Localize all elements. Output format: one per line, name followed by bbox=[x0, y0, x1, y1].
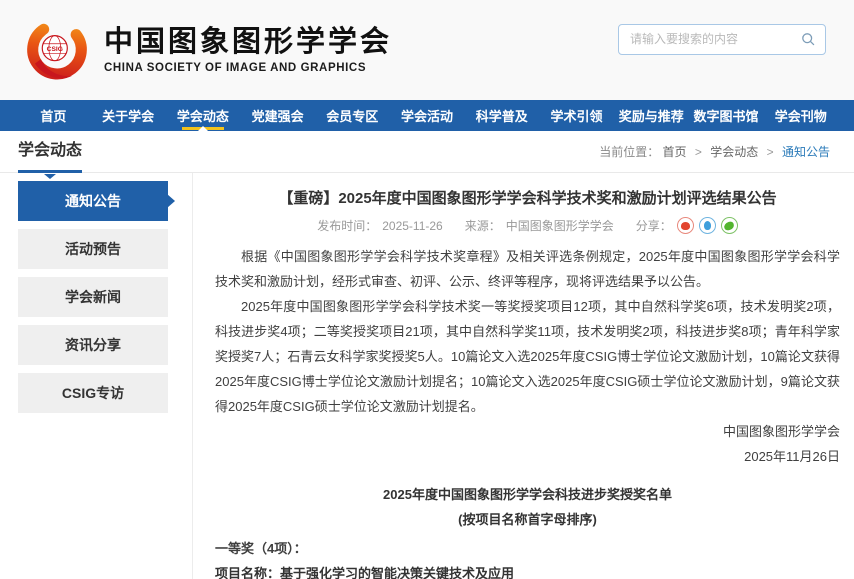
sidebar-item-society-news[interactable]: 学会新闻 bbox=[18, 277, 168, 317]
sidebar: 通知公告 活动预告 学会新闻 资讯分享 CSIG专访 bbox=[18, 181, 168, 579]
logo-badge: CSIG bbox=[47, 46, 63, 53]
site-logo[interactable]: CSIG 中国图象图形学学会 CHINA SOCIETY OF IMAGE AN… bbox=[20, 15, 392, 85]
breadcrumb-prefix: 当前位置： bbox=[599, 145, 659, 159]
search-icon[interactable] bbox=[800, 31, 816, 47]
main-area: 通知公告 活动预告 学会新闻 资讯分享 CSIG专访 【重磅】2025年度中国图… bbox=[0, 173, 854, 579]
article-title: 【重磅】2025年度中国图象图形学学会科学技术奖和激励计划评选结果公告 bbox=[215, 187, 840, 208]
breadcrumb-home[interactable]: 首页 bbox=[663, 145, 687, 159]
share-qq-icon[interactable] bbox=[699, 217, 716, 234]
breadcrumb-separator: > bbox=[767, 145, 774, 159]
breadcrumb-separator: > bbox=[695, 145, 702, 159]
site-title-cn: 中国图象图形学学会 bbox=[104, 26, 392, 58]
project-name-label: 项目名称： bbox=[215, 566, 280, 579]
signature-org: 中国图象图形学学会 bbox=[215, 419, 840, 444]
article-body: 根据《中国图象图形学学会科学技术奖章程》及相关评选条例规定，2025年度中国图象… bbox=[215, 244, 840, 579]
breadcrumb-current[interactable]: 通知公告 bbox=[782, 145, 830, 159]
nav-item-awards[interactable]: 奖励与推荐 bbox=[614, 100, 689, 131]
csig-logo-icon: CSIG bbox=[20, 15, 94, 85]
award-list-subtitle: (按项目名称首字母排序) bbox=[215, 507, 840, 532]
signature-date: 2025年11月26日 bbox=[215, 444, 840, 469]
project-name-row: 项目名称：基于强化学习的智能决策关键技术及应用 bbox=[215, 561, 840, 579]
sidebar-item-csig-interviews[interactable]: CSIG专访 bbox=[18, 373, 168, 413]
nav-item-science[interactable]: 科学普及 bbox=[464, 100, 539, 131]
site-header: CSIG 中国图象图形学学会 CHINA SOCIETY OF IMAGE AN… bbox=[0, 0, 854, 100]
page-title: 学会动态 bbox=[18, 136, 84, 172]
nav-item-party[interactable]: 党建强会 bbox=[240, 100, 315, 131]
share-wechat-icon[interactable] bbox=[721, 217, 738, 234]
paragraph-results: 2025年度中国图象图形学学会科学技术奖一等奖授奖项目12项，其中自然科学奖6项… bbox=[215, 294, 840, 419]
breadcrumb: 当前位置： 首页 > 学会动态 > 通知公告 bbox=[599, 143, 830, 172]
publish-time-label: 发布时间： bbox=[317, 217, 377, 234]
nav-item-library[interactable]: 数字图书馆 bbox=[689, 100, 764, 131]
page: CSIG 中国图象图形学学会 CHINA SOCIETY OF IMAGE AN… bbox=[0, 0, 854, 579]
nav-item-activities[interactable]: 学会活动 bbox=[390, 100, 465, 131]
title-caret-icon bbox=[44, 174, 56, 179]
publish-time-value: 2025-11-26 bbox=[382, 219, 443, 233]
sidebar-item-previews[interactable]: 活动预告 bbox=[18, 229, 168, 269]
source-value: 中国图象图形学学会 bbox=[506, 217, 614, 234]
grade-heading: 一等奖（4项）： bbox=[215, 536, 840, 561]
search-box[interactable] bbox=[618, 24, 826, 55]
nav-item-academic[interactable]: 学术引领 bbox=[539, 100, 614, 131]
nav-item-home[interactable]: 首页 bbox=[16, 100, 91, 131]
share-label: 分享： bbox=[636, 217, 672, 234]
nav-item-members[interactable]: 会员专区 bbox=[315, 100, 390, 131]
main-nav: 首页 关于学会 学会动态 党建强会 会员专区 学会活动 科学普及 学术引领 奖励… bbox=[0, 100, 854, 131]
site-title-en: CHINA SOCIETY OF IMAGE AND GRAPHICS bbox=[104, 62, 392, 74]
sidebar-item-info-share[interactable]: 资讯分享 bbox=[18, 325, 168, 365]
nav-item-news[interactable]: 学会动态 bbox=[165, 100, 240, 131]
title-underline bbox=[18, 170, 82, 173]
paragraph-intro: 根据《中国图象图形学学会科学技术奖章程》及相关评选条例规定，2025年度中国图象… bbox=[215, 244, 840, 294]
section-header: 学会动态 当前位置： 首页 > 学会动态 > 通知公告 bbox=[0, 131, 854, 173]
award-list-title: 2025年度中国图象图形学学会科技进步奖授奖名单 bbox=[215, 482, 840, 507]
search-input[interactable] bbox=[628, 31, 800, 47]
article: 【重磅】2025年度中国图象图形学学会科学技术奖和激励计划评选结果公告 发布时间… bbox=[192, 173, 854, 579]
nav-item-about[interactable]: 关于学会 bbox=[91, 100, 166, 131]
breadcrumb-news[interactable]: 学会动态 bbox=[710, 145, 758, 159]
article-meta: 发布时间： 2025-11-26 来源： 中国图象图形学学会 分享： bbox=[215, 217, 840, 234]
source-label: 来源： bbox=[465, 217, 501, 234]
project-name-value: 基于强化学习的智能决策关键技术及应用 bbox=[280, 566, 514, 579]
share-weibo-icon[interactable] bbox=[677, 217, 694, 234]
sidebar-item-notices[interactable]: 通知公告 bbox=[18, 181, 168, 221]
logo-text: 中国图象图形学学会 CHINA SOCIETY OF IMAGE AND GRA… bbox=[104, 26, 392, 75]
nav-item-journals[interactable]: 学会刊物 bbox=[763, 100, 838, 131]
